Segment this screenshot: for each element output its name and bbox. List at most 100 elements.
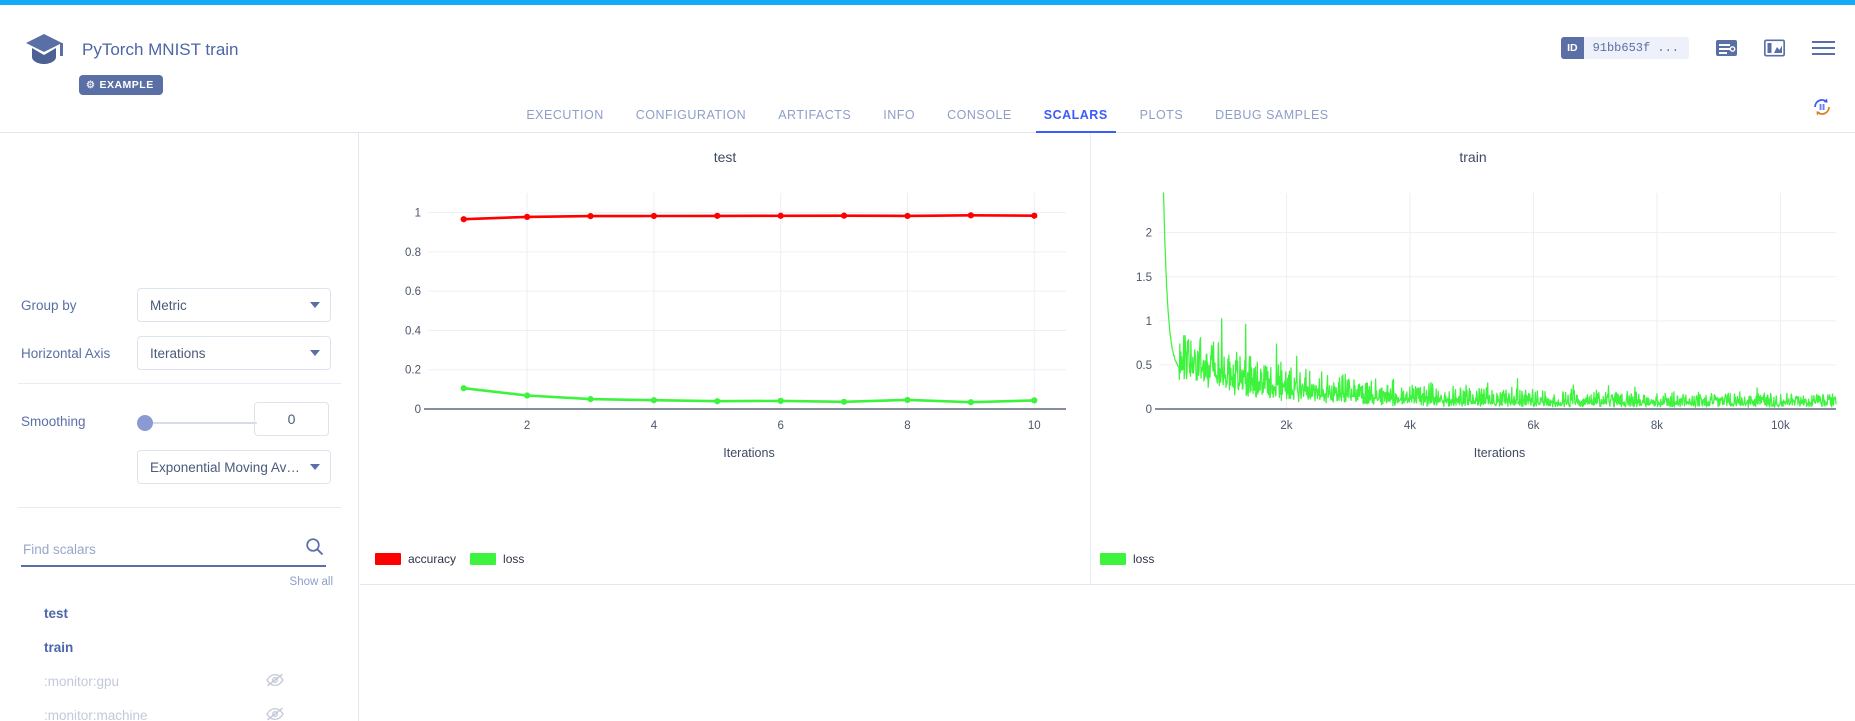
group-by-select[interactable]: Metric [137, 288, 331, 322]
legend-item-loss[interactable]: loss [470, 552, 524, 566]
svg-text:Iterations: Iterations [723, 446, 774, 460]
tab-artifacts[interactable]: ARTIFACTS [762, 108, 867, 132]
svg-text:4: 4 [651, 420, 658, 432]
legend-swatch [375, 553, 401, 565]
chart-test[interactable]: 0 0.2 0.4 0.6 0.8 1 2 4 6 8 10 Iterations [360, 169, 1091, 509]
scalar-label: train [44, 640, 73, 655]
id-tag-label: ID [1561, 37, 1584, 59]
graduation-cap-icon [22, 30, 66, 70]
scalars-sidebar: Group by Metric Horizontal Axis Iteratio… [0, 133, 359, 721]
svg-text:0: 0 [415, 404, 421, 416]
refresh-pause-icon[interactable] [1811, 96, 1833, 123]
tab-scalars[interactable]: SCALARS [1028, 108, 1124, 132]
slider-knob[interactable] [137, 415, 153, 431]
svg-text:2: 2 [1146, 228, 1152, 240]
smoothing-label: Smoothing [21, 414, 86, 429]
legend-label: loss [1133, 552, 1154, 566]
svg-text:8k: 8k [1651, 420, 1663, 432]
scalar-item-test[interactable]: test [0, 596, 359, 630]
svg-text:Iterations: Iterations [1474, 446, 1525, 460]
svg-text:10: 10 [1028, 420, 1041, 432]
chart-train[interactable]: 0 0.5 1 1.5 2 2k 4k 6k 8k 10k Iterations [1091, 169, 1855, 509]
legend-item-loss[interactable]: loss [1100, 552, 1154, 566]
page-title: PyTorch MNIST train [82, 40, 239, 60]
eye-off-icon[interactable] [266, 673, 284, 690]
tab-configuration[interactable]: CONFIGURATION [620, 108, 762, 132]
chart-legend-test: accuracy loss [375, 552, 524, 566]
smoothing-algorithm-value: Exponential Moving Ave… [150, 460, 304, 475]
search-icon[interactable] [305, 537, 324, 561]
svg-text:6: 6 [777, 420, 783, 432]
main-tabs: EXECUTION CONFIGURATION ARTIFACTS INFO C… [0, 100, 1855, 133]
horizontal-axis-label: Horizontal Axis [21, 346, 137, 361]
scalar-item-monitor-gpu[interactable]: :monitor:gpu [0, 664, 359, 698]
eye-off-icon[interactable] [266, 707, 284, 721]
charts-area: test 00.20.40.60.81246810Iterations accu… [360, 133, 1855, 585]
example-badge: ⚙ EXAMPLE [79, 75, 163, 95]
svg-text:6k: 6k [1527, 420, 1539, 432]
legend-label: accuracy [408, 552, 456, 566]
search-input[interactable] [21, 541, 291, 558]
svg-text:0.8: 0.8 [405, 247, 421, 259]
horizontal-axis-row: Horizontal Axis Iterations [21, 336, 331, 370]
legend-label: loss [503, 552, 524, 566]
legend-swatch [1100, 553, 1126, 565]
svg-text:0.6: 0.6 [405, 286, 421, 298]
smoothing-slider[interactable] [137, 413, 257, 433]
smoothing-value-input[interactable]: 0 [254, 402, 329, 436]
hamburger-menu-icon[interactable] [1812, 40, 1835, 56]
chart-legend-train: loss [1100, 552, 1154, 566]
example-badge-label: EXAMPLE [99, 79, 153, 91]
slider-track [147, 422, 257, 425]
panel-view-icon[interactable] [1764, 39, 1785, 57]
chart-panel-test: test 0 0.2 0.4 0.6 0.8 1 2 4 6 8 10 Iterations accu… [360, 133, 1091, 585]
tab-debug-samples[interactable]: DEBUG SAMPLES [1199, 108, 1344, 132]
svg-text:1.5: 1.5 [1136, 272, 1152, 284]
tab-plots[interactable]: PLOTS [1124, 108, 1200, 132]
horizontal-axis-select[interactable]: Iterations [137, 336, 331, 370]
find-scalars-search[interactable] [21, 533, 326, 567]
scalar-label: test [44, 606, 68, 621]
page-header: PyTorch MNIST train ⚙ EXAMPLE ID 91bb653… [0, 5, 1855, 100]
smoothing-algorithm-select[interactable]: Exponential Moving Ave… [137, 450, 331, 484]
log-view-icon[interactable] [1716, 39, 1737, 57]
show-all-link[interactable]: Show all [290, 576, 333, 588]
svg-text:8: 8 [904, 420, 910, 432]
scalar-item-train[interactable]: train [0, 630, 359, 664]
svg-text:2k: 2k [1280, 420, 1292, 432]
svg-text:4k: 4k [1404, 420, 1416, 432]
svg-text:0.2: 0.2 [405, 365, 421, 377]
scalar-item-monitor-machine[interactable]: :monitor:machine [0, 698, 359, 721]
group-by-value: Metric [150, 298, 187, 313]
tab-execution[interactable]: EXECUTION [510, 108, 619, 132]
svg-text:1: 1 [1146, 316, 1152, 328]
svg-text:1: 1 [415, 208, 421, 220]
svg-text:0: 0 [1146, 404, 1152, 416]
svg-text:10k: 10k [1771, 420, 1790, 432]
header-actions: ID 91bb653f ... [1561, 37, 1835, 59]
chevron-down-icon [310, 464, 320, 470]
svg-text:0.5: 0.5 [1136, 360, 1152, 372]
tab-console[interactable]: CONSOLE [931, 108, 1028, 132]
scalar-label: :monitor:machine [44, 708, 148, 721]
experiment-id-chip[interactable]: ID 91bb653f ... [1561, 37, 1689, 59]
scalar-label: :monitor:gpu [44, 674, 119, 689]
tab-info[interactable]: INFO [867, 108, 931, 132]
svg-text:0.4: 0.4 [405, 325, 422, 337]
chart-title-train: train [1091, 149, 1855, 165]
chart-title-test: test [360, 149, 1090, 165]
legend-swatch [470, 553, 496, 565]
smoothing-algorithm-row: Exponential Moving Ave… [137, 450, 331, 484]
svg-text:2: 2 [524, 420, 530, 432]
chevron-down-icon [310, 302, 320, 308]
legend-item-accuracy[interactable]: accuracy [375, 552, 456, 566]
group-by-row: Group by Metric [21, 288, 331, 322]
sidebar-divider [18, 383, 341, 384]
id-value: 91bb653f ... [1584, 41, 1689, 55]
chart-panel-train: train 0 0.5 1 1.5 2 2k 4k 6k 8k 10k Iterations los… [1091, 133, 1855, 585]
chevron-down-icon [310, 350, 320, 356]
plug-icon: ⚙ [86, 80, 95, 91]
horizontal-axis-value: Iterations [150, 346, 206, 361]
group-by-label: Group by [21, 298, 137, 313]
sidebar-divider-2 [18, 507, 341, 508]
